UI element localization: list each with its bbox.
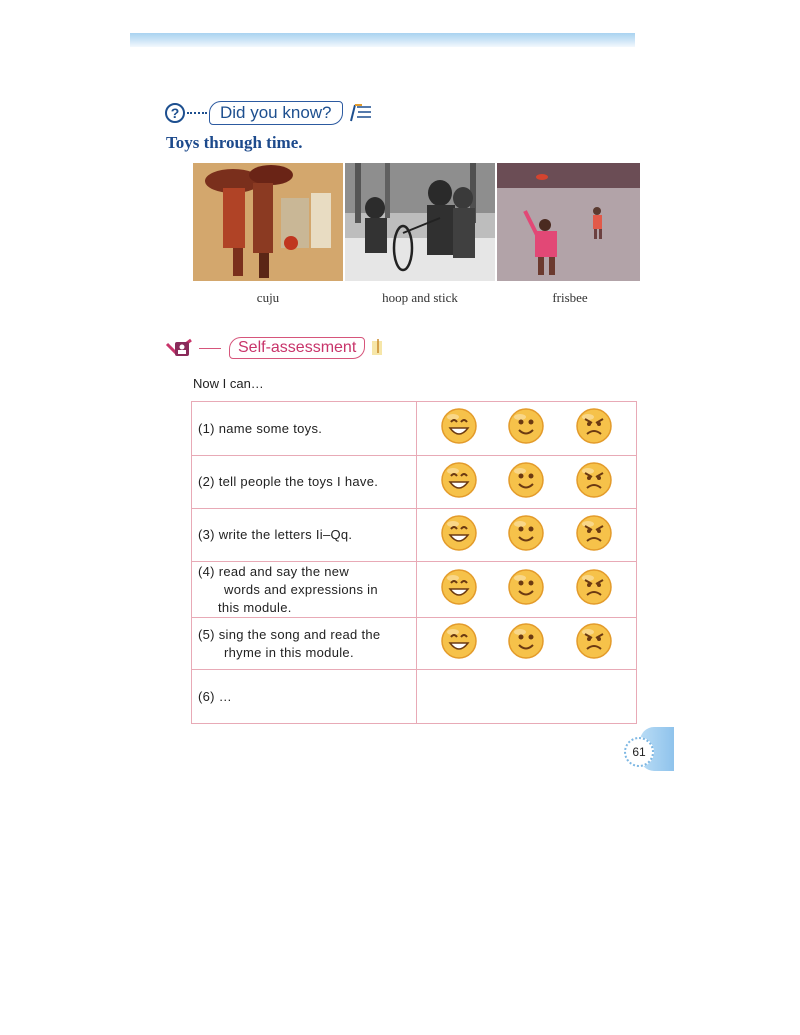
assessment-row: (6) … bbox=[191, 669, 638, 724]
self-assessment-icon bbox=[165, 338, 192, 356]
statement-line: (6) … bbox=[198, 688, 232, 704]
toys-title: Toys through time. bbox=[166, 133, 303, 152]
statement-line: (4) read and say the new bbox=[198, 563, 350, 579]
note-icon bbox=[372, 339, 383, 355]
smile-face-icon[interactable] bbox=[506, 513, 546, 558]
big-smile-face-icon[interactable] bbox=[439, 567, 479, 612]
rating-cell bbox=[415, 455, 638, 509]
smile-face-icon[interactable] bbox=[506, 621, 546, 666]
hoop-and-stick-image bbox=[345, 163, 495, 281]
book-icon bbox=[349, 104, 371, 122]
statement-line: words and expressions in bbox=[224, 581, 378, 597]
assessment-row: (1) name some toys. bbox=[191, 401, 638, 456]
cuju-photo bbox=[193, 163, 343, 281]
frown-face-icon[interactable] bbox=[574, 567, 614, 612]
assessment-statement: (4) read and say the new words and expres… bbox=[191, 561, 417, 618]
statement-line: (3) write the letters Ii–Qq. bbox=[198, 527, 353, 542]
frown-face-icon[interactable] bbox=[574, 621, 614, 666]
did-you-know-label: Did you know? bbox=[209, 101, 343, 125]
top-banner bbox=[130, 33, 635, 47]
assessment-row: (2) tell people the toys I have. bbox=[191, 455, 638, 509]
cuju-image bbox=[193, 163, 343, 281]
frisbee-caption: frisbee bbox=[552, 290, 588, 305]
frisbee-image bbox=[497, 163, 640, 281]
divider-line bbox=[199, 347, 221, 349]
smile-face-icon[interactable] bbox=[506, 460, 546, 505]
statement-line: (1) name some toys. bbox=[198, 420, 323, 436]
frisbee-photo bbox=[497, 163, 640, 281]
assessment-statement: (3) write the letters Ii–Qq. bbox=[191, 508, 417, 562]
now-i-can-text: Now I can… bbox=[193, 376, 264, 391]
smile-face-icon[interactable] bbox=[506, 567, 546, 612]
big-smile-face-icon[interactable] bbox=[439, 460, 479, 505]
frown-face-icon[interactable] bbox=[574, 460, 614, 505]
rating-cell bbox=[415, 561, 638, 618]
frown-face-icon[interactable] bbox=[574, 406, 614, 451]
rating-cell bbox=[415, 617, 638, 670]
big-smile-face-icon[interactable] bbox=[439, 621, 479, 666]
cuju-caption: cuju bbox=[256, 290, 280, 305]
did-you-know-header: ? Did you know? bbox=[165, 100, 375, 126]
big-smile-face-icon[interactable] bbox=[439, 513, 479, 558]
assessment-statement: (6) … bbox=[191, 669, 417, 724]
statement-line: this module. bbox=[218, 599, 292, 615]
self-assessment-label: Self-assessment bbox=[229, 337, 366, 359]
big-smile-face-icon[interactable] bbox=[439, 406, 479, 451]
statement-line: rhyme in this module. bbox=[224, 644, 354, 660]
rating-cell bbox=[415, 669, 638, 724]
assessment-row: (4) read and say the new words and expres… bbox=[191, 561, 638, 618]
dotted-divider bbox=[187, 112, 207, 114]
assessment-row: (5) sing the song and read the rhyme in t… bbox=[191, 617, 638, 670]
self-assessment-table: (1) name some toys. (2) tell people the t… bbox=[191, 401, 638, 724]
statement-line: (5) sing the song and read the bbox=[198, 626, 381, 642]
self-assessment-header: Self-assessment bbox=[165, 336, 385, 360]
page-number: 61 bbox=[624, 737, 654, 767]
rating-cell bbox=[415, 401, 638, 456]
rating-cell bbox=[415, 508, 638, 562]
hoop-and-stick-caption: hoop and stick bbox=[382, 290, 458, 305]
hoop-and-stick-photo bbox=[345, 163, 495, 281]
assessment-statement: (5) sing the song and read the rhyme in t… bbox=[191, 617, 417, 670]
assessment-statement: (2) tell people the toys I have. bbox=[191, 455, 417, 509]
assessment-row: (3) write the letters Ii–Qq. bbox=[191, 508, 638, 562]
question-icon: ? bbox=[165, 103, 185, 123]
assessment-statement: (1) name some toys. bbox=[191, 401, 417, 456]
smile-face-icon[interactable] bbox=[506, 406, 546, 451]
frown-face-icon[interactable] bbox=[574, 513, 614, 558]
statement-line: (2) tell people the toys I have. bbox=[198, 474, 379, 489]
